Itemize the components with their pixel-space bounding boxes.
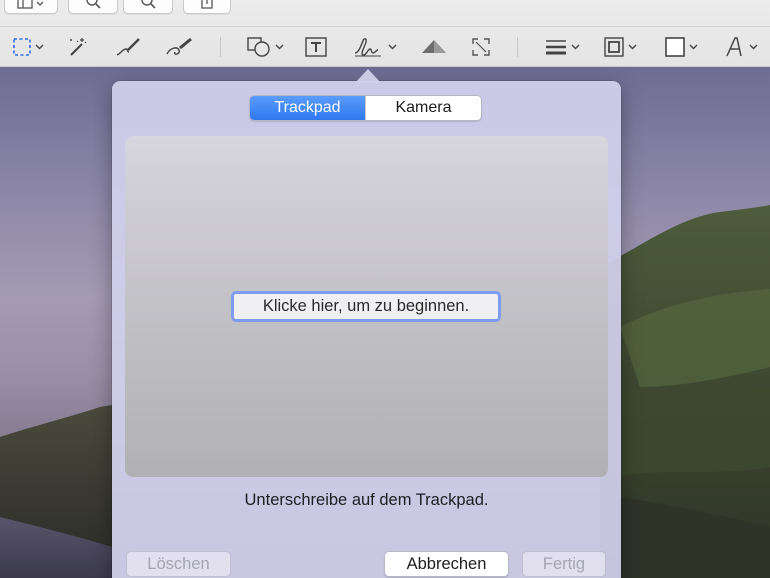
toolbar-separator <box>220 37 221 57</box>
chevron-down-icon <box>689 44 698 50</box>
cancel-button[interactable]: Abbrechen <box>384 551 509 577</box>
draw-tool[interactable] <box>162 33 196 61</box>
signature-tool[interactable] <box>348 33 400 61</box>
popover-arrow <box>355 69 381 83</box>
done-button[interactable]: Fertig <box>522 551 606 577</box>
chevron-down-icon <box>388 44 397 50</box>
sidebar-view-button[interactable] <box>4 0 58 14</box>
border-color-icon <box>604 37 624 57</box>
zoom-out-icon <box>86 0 101 9</box>
sketch-icon <box>116 38 140 56</box>
zoom-in-icon <box>141 0 156 9</box>
toolbar <box>0 0 770 67</box>
adjust-color-icon <box>422 40 446 53</box>
sidebar-view-icon <box>17 0 44 9</box>
fill-color-icon <box>665 37 685 57</box>
chevron-down-icon <box>628 44 637 50</box>
tab-trackpad[interactable]: Trackpad <box>250 96 365 120</box>
zoom-out-button[interactable] <box>68 0 118 14</box>
tab-kamera[interactable]: Kamera <box>365 96 481 120</box>
share-button[interactable] <box>183 0 231 14</box>
share-icon <box>201 0 213 9</box>
markup-toolbar <box>0 26 770 66</box>
chevron-down-icon <box>749 44 758 50</box>
chevron-down-icon <box>275 44 284 50</box>
signature-icon <box>354 38 381 57</box>
input-source-segmented-control: Trackpad Kamera <box>249 95 482 121</box>
start-signature-button[interactable]: Klicke hier, um zu beginnen. <box>231 291 501 322</box>
shape-style-icon <box>546 40 566 55</box>
adjust-size-icon <box>472 38 490 56</box>
text-style-tool[interactable] <box>719 33 763 61</box>
adjust-color-tool[interactable] <box>418 33 450 61</box>
sketch-tool[interactable] <box>112 33 144 61</box>
chevron-down-icon <box>571 44 580 50</box>
chevron-down-icon <box>35 44 44 50</box>
shapes-icon <box>247 37 270 57</box>
adjust-size-tool[interactable] <box>466 33 496 61</box>
toolbar-separator <box>517 37 518 57</box>
shape-style-tool[interactable] <box>540 33 584 61</box>
instant-alpha-tool[interactable] <box>62 33 92 61</box>
text-tool[interactable] <box>302 33 330 61</box>
zoom-in-button[interactable] <box>123 0 173 14</box>
border-color-tool[interactable] <box>598 33 642 61</box>
fill-color-tool[interactable] <box>659 33 703 61</box>
draw-icon <box>166 37 192 55</box>
instant-alpha-icon <box>70 38 87 56</box>
clear-button[interactable]: Löschen <box>126 551 231 577</box>
text-icon <box>305 37 327 57</box>
selection-tool[interactable] <box>8 33 48 61</box>
rectangular-selection-icon <box>13 38 31 56</box>
text-style-icon <box>726 37 742 57</box>
shapes-tool[interactable] <box>243 33 287 61</box>
signature-hint: Unterschreibe auf dem Trackpad. <box>244 491 489 509</box>
